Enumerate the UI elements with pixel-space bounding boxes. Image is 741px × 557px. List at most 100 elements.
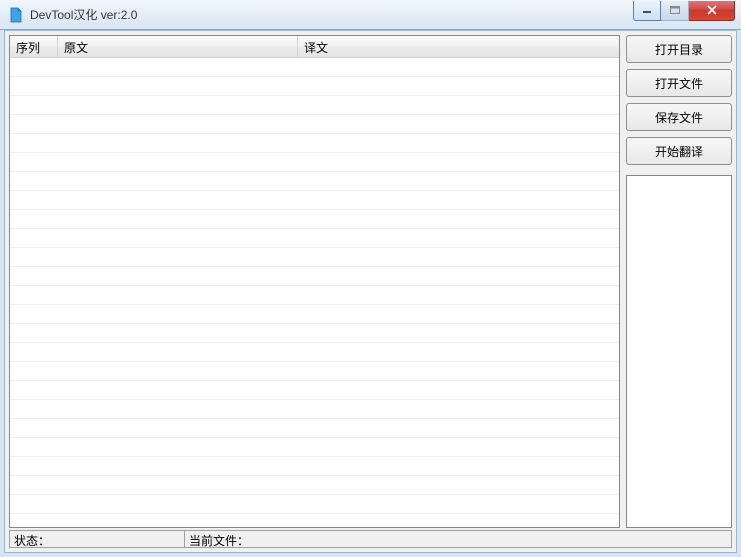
- table-cell: [58, 381, 298, 399]
- table-cell: [58, 248, 298, 266]
- table-cell: [58, 210, 298, 228]
- table-cell: [10, 191, 58, 209]
- table-cell: [58, 172, 298, 190]
- table-cell: [298, 58, 619, 76]
- table-cell: [10, 172, 58, 190]
- table-cell: [10, 229, 58, 247]
- table-cell: [10, 153, 58, 171]
- start-translate-button[interactable]: 开始翻译: [626, 137, 732, 165]
- table-row[interactable]: [10, 305, 619, 324]
- table-row[interactable]: [10, 153, 619, 172]
- table-cell: [58, 77, 298, 95]
- table-row[interactable]: [10, 457, 619, 476]
- table-cell: [58, 267, 298, 285]
- window-controls: [633, 1, 735, 21]
- table-cell: [298, 362, 619, 380]
- table-row[interactable]: [10, 419, 619, 438]
- table-cell: [298, 381, 619, 399]
- table-row[interactable]: [10, 476, 619, 495]
- table-cell: [10, 115, 58, 133]
- table-row[interactable]: [10, 210, 619, 229]
- table-row[interactable]: [10, 115, 619, 134]
- table-cell: [10, 400, 58, 418]
- table-cell: [298, 457, 619, 475]
- table-cell: [58, 495, 298, 513]
- table-row[interactable]: [10, 134, 619, 153]
- table-cell: [10, 495, 58, 513]
- table-cell: [298, 267, 619, 285]
- table-cell: [58, 419, 298, 437]
- table-row[interactable]: [10, 381, 619, 400]
- translation-table[interactable]: 序列 原文 译文: [9, 35, 620, 528]
- table-cell: [10, 267, 58, 285]
- table-cell: [298, 286, 619, 304]
- side-panel: 打开目录 打开文件 保存文件 开始翻译: [626, 35, 732, 528]
- table-row[interactable]: [10, 495, 619, 514]
- table-row[interactable]: [10, 248, 619, 267]
- titlebar: DevTool汉化 ver:2.0: [0, 0, 741, 30]
- table-cell: [298, 438, 619, 456]
- table-cell: [10, 210, 58, 228]
- table-cell: [58, 362, 298, 380]
- table-row[interactable]: [10, 77, 619, 96]
- client-area: 序列 原文 译文 打开目录 打开文件 保存文件 开始翻译 状态： 当前文件：: [4, 30, 737, 553]
- table-row[interactable]: [10, 191, 619, 210]
- table-cell: [298, 324, 619, 342]
- table-cell: [298, 305, 619, 323]
- open-directory-button[interactable]: 打开目录: [626, 35, 732, 63]
- table-row[interactable]: [10, 58, 619, 77]
- table-row[interactable]: [10, 172, 619, 191]
- table-body[interactable]: [10, 58, 619, 527]
- table-cell: [298, 400, 619, 418]
- table-cell: [10, 58, 58, 76]
- table-cell: [58, 343, 298, 361]
- main-area: 序列 原文 译文 打开目录 打开文件 保存文件 开始翻译: [9, 35, 732, 528]
- close-button[interactable]: [689, 1, 735, 21]
- table-cell: [58, 324, 298, 342]
- table-cell: [298, 495, 619, 513]
- table-cell: [10, 419, 58, 437]
- column-header-original[interactable]: 原文: [58, 36, 298, 57]
- status-file: 当前文件：: [184, 530, 732, 548]
- status-state-label: 状态：: [14, 534, 50, 548]
- table-cell: [298, 134, 619, 152]
- table-cell: [298, 514, 619, 527]
- table-row[interactable]: [10, 438, 619, 457]
- maximize-button[interactable]: [661, 1, 689, 21]
- table-row[interactable]: [10, 229, 619, 248]
- table-cell: [58, 229, 298, 247]
- table-cell: [298, 191, 619, 209]
- table-cell: [58, 305, 298, 323]
- table-row[interactable]: [10, 324, 619, 343]
- table-row[interactable]: [10, 267, 619, 286]
- app-icon: [8, 7, 24, 23]
- table-row[interactable]: [10, 514, 619, 527]
- table-cell: [58, 191, 298, 209]
- table-row[interactable]: [10, 343, 619, 362]
- minimize-button[interactable]: [633, 1, 661, 21]
- column-header-seq[interactable]: 序列: [10, 36, 58, 57]
- table-cell: [298, 96, 619, 114]
- table-cell: [10, 381, 58, 399]
- table-cell: [10, 438, 58, 456]
- status-state: 状态：: [9, 530, 185, 548]
- table-row[interactable]: [10, 362, 619, 381]
- status-file-label: 当前文件：: [189, 534, 249, 548]
- table-cell: [58, 96, 298, 114]
- table-cell: [10, 457, 58, 475]
- open-file-button[interactable]: 打开文件: [626, 69, 732, 97]
- table-cell: [298, 210, 619, 228]
- table-row[interactable]: [10, 400, 619, 419]
- table-row[interactable]: [10, 286, 619, 305]
- table-cell: [58, 476, 298, 494]
- column-header-translated[interactable]: 译文: [298, 36, 619, 57]
- table-cell: [298, 172, 619, 190]
- save-file-button[interactable]: 保存文件: [626, 103, 732, 131]
- table-cell: [58, 514, 298, 527]
- table-cell: [10, 514, 58, 527]
- status-bar: 状态： 当前文件：: [9, 530, 732, 548]
- table-cell: [298, 419, 619, 437]
- table-row[interactable]: [10, 96, 619, 115]
- log-box[interactable]: [626, 175, 732, 528]
- table-header: 序列 原文 译文: [10, 36, 619, 58]
